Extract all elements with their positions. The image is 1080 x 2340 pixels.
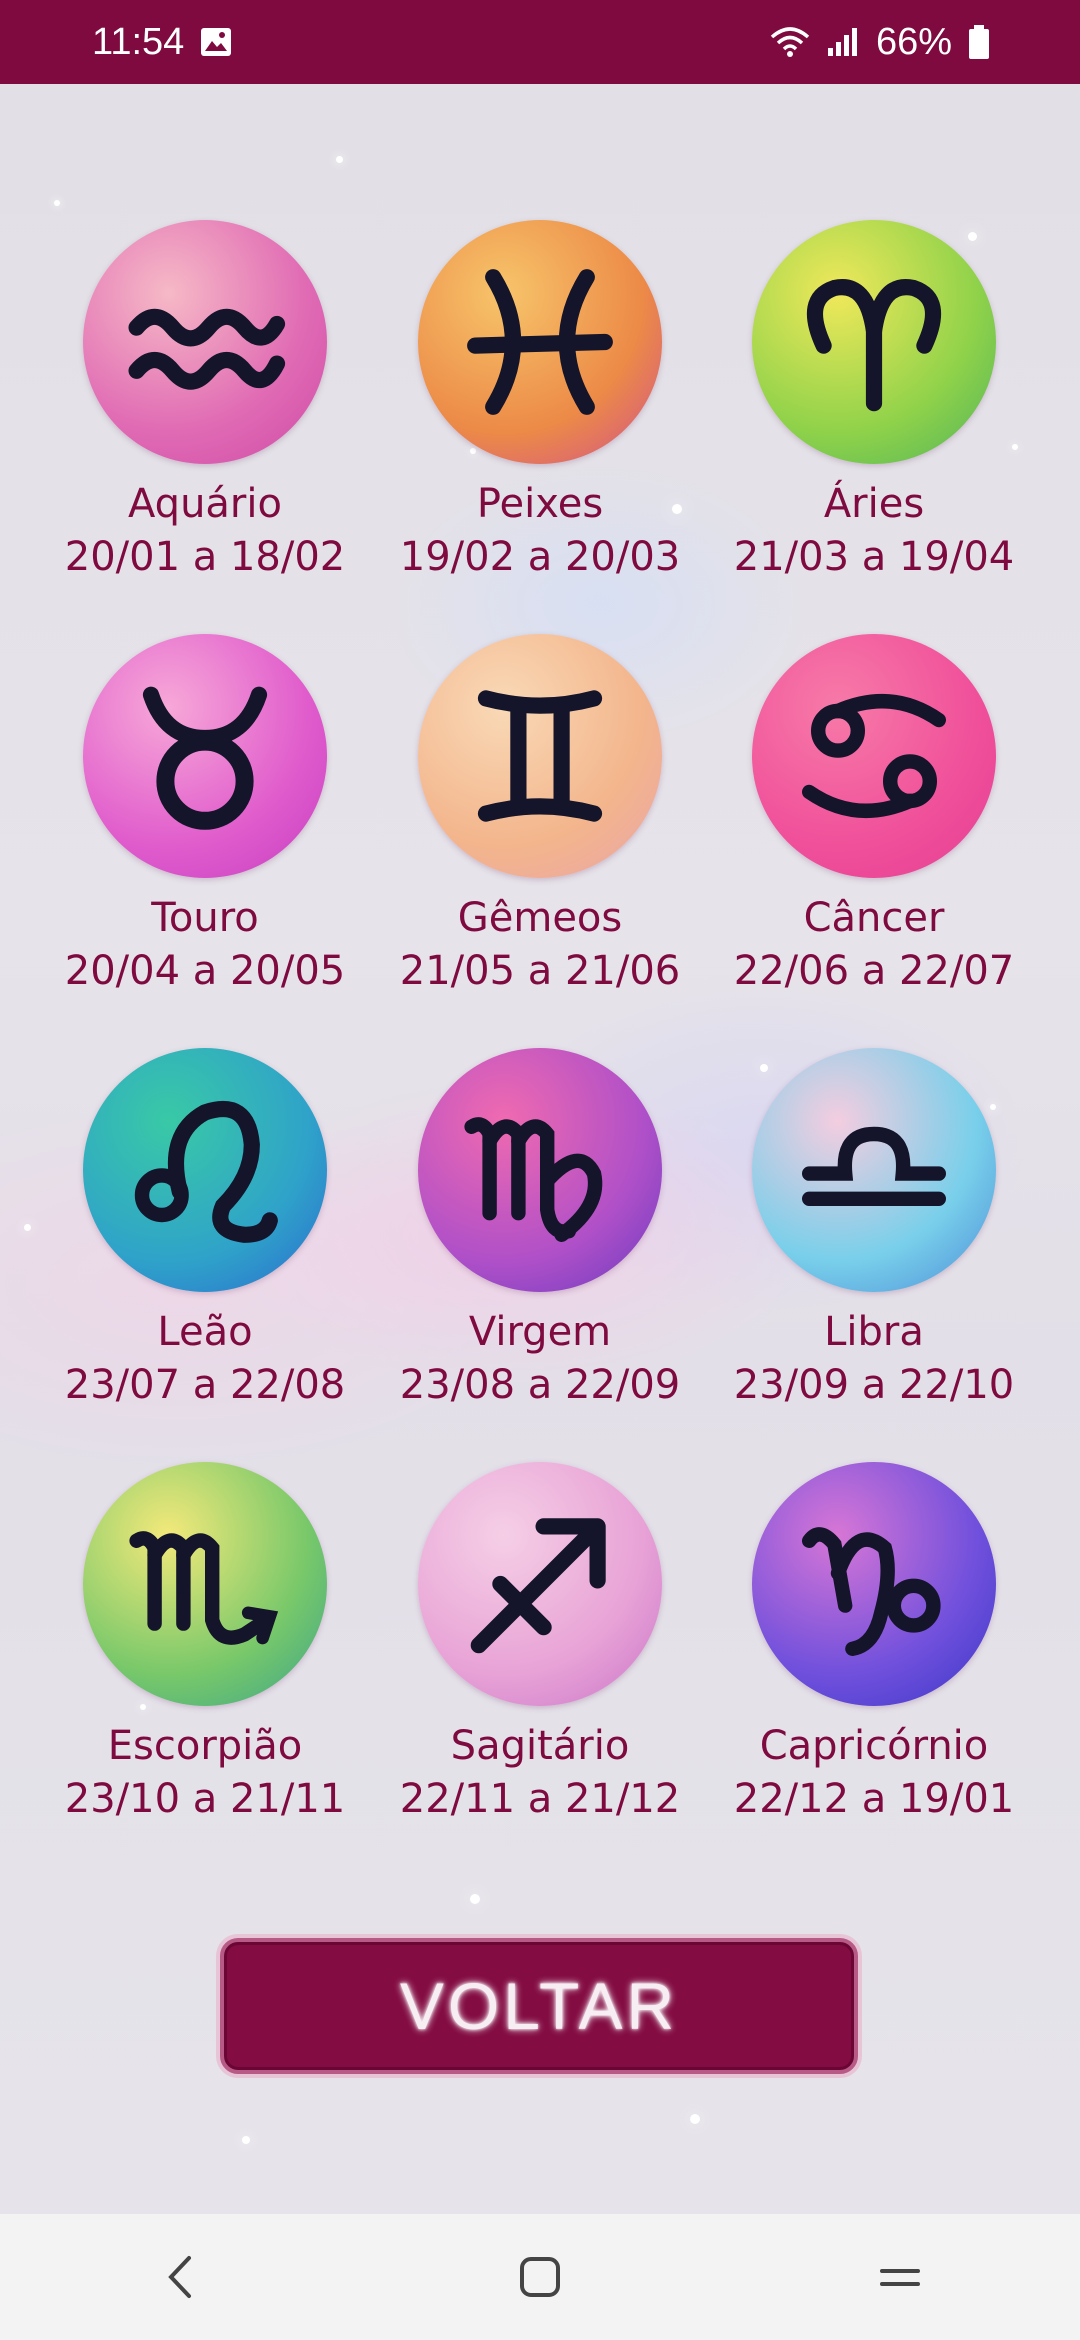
sign-capricorn[interactable]: Capricórnio 22/12 a 19/01 bbox=[707, 1462, 1041, 1826]
sign-name: Câncer bbox=[803, 895, 945, 941]
battery-percent: 66% bbox=[875, 20, 952, 63]
wifi-icon bbox=[770, 25, 810, 59]
taurus-icon bbox=[83, 634, 327, 878]
signal-icon bbox=[826, 26, 860, 58]
gemini-icon bbox=[418, 634, 662, 878]
sign-cancer[interactable]: Câncer 22/06 a 22/07 bbox=[707, 634, 1041, 998]
recents-icon bbox=[880, 2269, 920, 2286]
status-right: 66% bbox=[770, 21, 990, 64]
sign-pisces[interactable]: Peixes 19/02 a 20/03 bbox=[373, 220, 707, 584]
sign-dates: 22/12 a 19/01 bbox=[733, 1776, 1015, 1822]
cancer-icon bbox=[752, 634, 996, 878]
sign-name: Touro bbox=[151, 895, 259, 941]
sign-dates: 21/05 a 21/06 bbox=[399, 948, 681, 994]
sign-virgo[interactable]: Virgem 23/08 a 22/09 bbox=[373, 1048, 707, 1412]
sign-dates: 20/01 a 18/02 bbox=[64, 534, 346, 580]
sign-name: Virgem bbox=[468, 1309, 612, 1355]
sign-dates: 21/03 a 19/04 bbox=[733, 534, 1015, 580]
virgo-icon bbox=[418, 1048, 662, 1292]
sign-gemini[interactable]: Gêmeos 21/05 a 21/06 bbox=[373, 634, 707, 998]
sign-name: Capricórnio bbox=[759, 1723, 989, 1769]
sign-dates: 23/09 a 22/10 bbox=[733, 1362, 1015, 1408]
sign-aries[interactable]: Áries 21/03 a 19/04 bbox=[707, 220, 1041, 584]
sign-name: Aquário bbox=[128, 481, 282, 527]
capricorn-icon bbox=[752, 1462, 996, 1706]
sign-name: Leão bbox=[157, 1309, 253, 1355]
sign-dates: 23/07 a 22/08 bbox=[64, 1362, 346, 1408]
nav-recents-button[interactable] bbox=[840, 2227, 960, 2327]
sagittarius-icon bbox=[418, 1462, 662, 1706]
sign-name: Peixes bbox=[476, 481, 604, 527]
sign-name: Escorpião bbox=[107, 1723, 303, 1769]
sign-name: Áries bbox=[823, 481, 925, 527]
aries-icon bbox=[752, 220, 996, 464]
chevron-left-icon bbox=[168, 2256, 191, 2298]
leo-icon bbox=[83, 1048, 327, 1292]
zodiac-screen: Aquário 20/01 a 18/02 Peixes 19/02 a 20/… bbox=[0, 84, 1080, 2214]
sign-dates: 19/02 a 20/03 bbox=[399, 534, 681, 580]
image-notification-icon bbox=[200, 27, 232, 57]
aquarius-icon bbox=[83, 220, 327, 464]
sign-name: Gêmeos bbox=[457, 895, 623, 941]
navigation-bar bbox=[0, 2214, 1080, 2340]
sign-taurus[interactable]: Touro 20/04 a 20/05 bbox=[38, 634, 372, 998]
sign-sagittarius[interactable]: Sagitário 22/11 a 21/12 bbox=[373, 1462, 707, 1826]
home-icon bbox=[520, 2257, 560, 2297]
sign-dates: 23/10 a 21/11 bbox=[64, 1776, 346, 1822]
sign-leo[interactable]: Leão 23/07 a 22/08 bbox=[38, 1048, 372, 1412]
sign-dates: 22/06 a 22/07 bbox=[733, 948, 1015, 994]
sign-dates: 20/04 a 20/05 bbox=[64, 948, 346, 994]
sign-name: Libra bbox=[824, 1309, 924, 1355]
sign-aquarius[interactable]: Aquário 20/01 a 18/02 bbox=[38, 220, 372, 584]
scorpio-icon bbox=[83, 1462, 327, 1706]
status-left: 11:54 bbox=[92, 21, 232, 64]
status-time: 11:54 bbox=[92, 20, 185, 63]
pisces-icon bbox=[418, 220, 662, 464]
nav-home-button[interactable] bbox=[480, 2227, 600, 2327]
status-bar: 11:54 66% bbox=[0, 0, 1080, 84]
sign-libra[interactable]: Libra 23/09 a 22/10 bbox=[707, 1048, 1041, 1412]
libra-icon bbox=[752, 1048, 996, 1292]
sign-grid: Aquário 20/01 a 18/02 Peixes 19/02 a 20/… bbox=[0, 84, 1080, 1884]
nav-back-button[interactable] bbox=[120, 2227, 240, 2327]
back-button[interactable]: VOLTAR bbox=[220, 1938, 858, 2074]
sign-dates: 23/08 a 22/09 bbox=[399, 1362, 681, 1408]
sign-scorpio[interactable]: Escorpião 23/10 a 21/11 bbox=[38, 1462, 372, 1826]
sign-dates: 22/11 a 21/12 bbox=[399, 1776, 681, 1822]
sign-name: Sagitário bbox=[450, 1723, 630, 1769]
battery-icon bbox=[968, 24, 990, 60]
